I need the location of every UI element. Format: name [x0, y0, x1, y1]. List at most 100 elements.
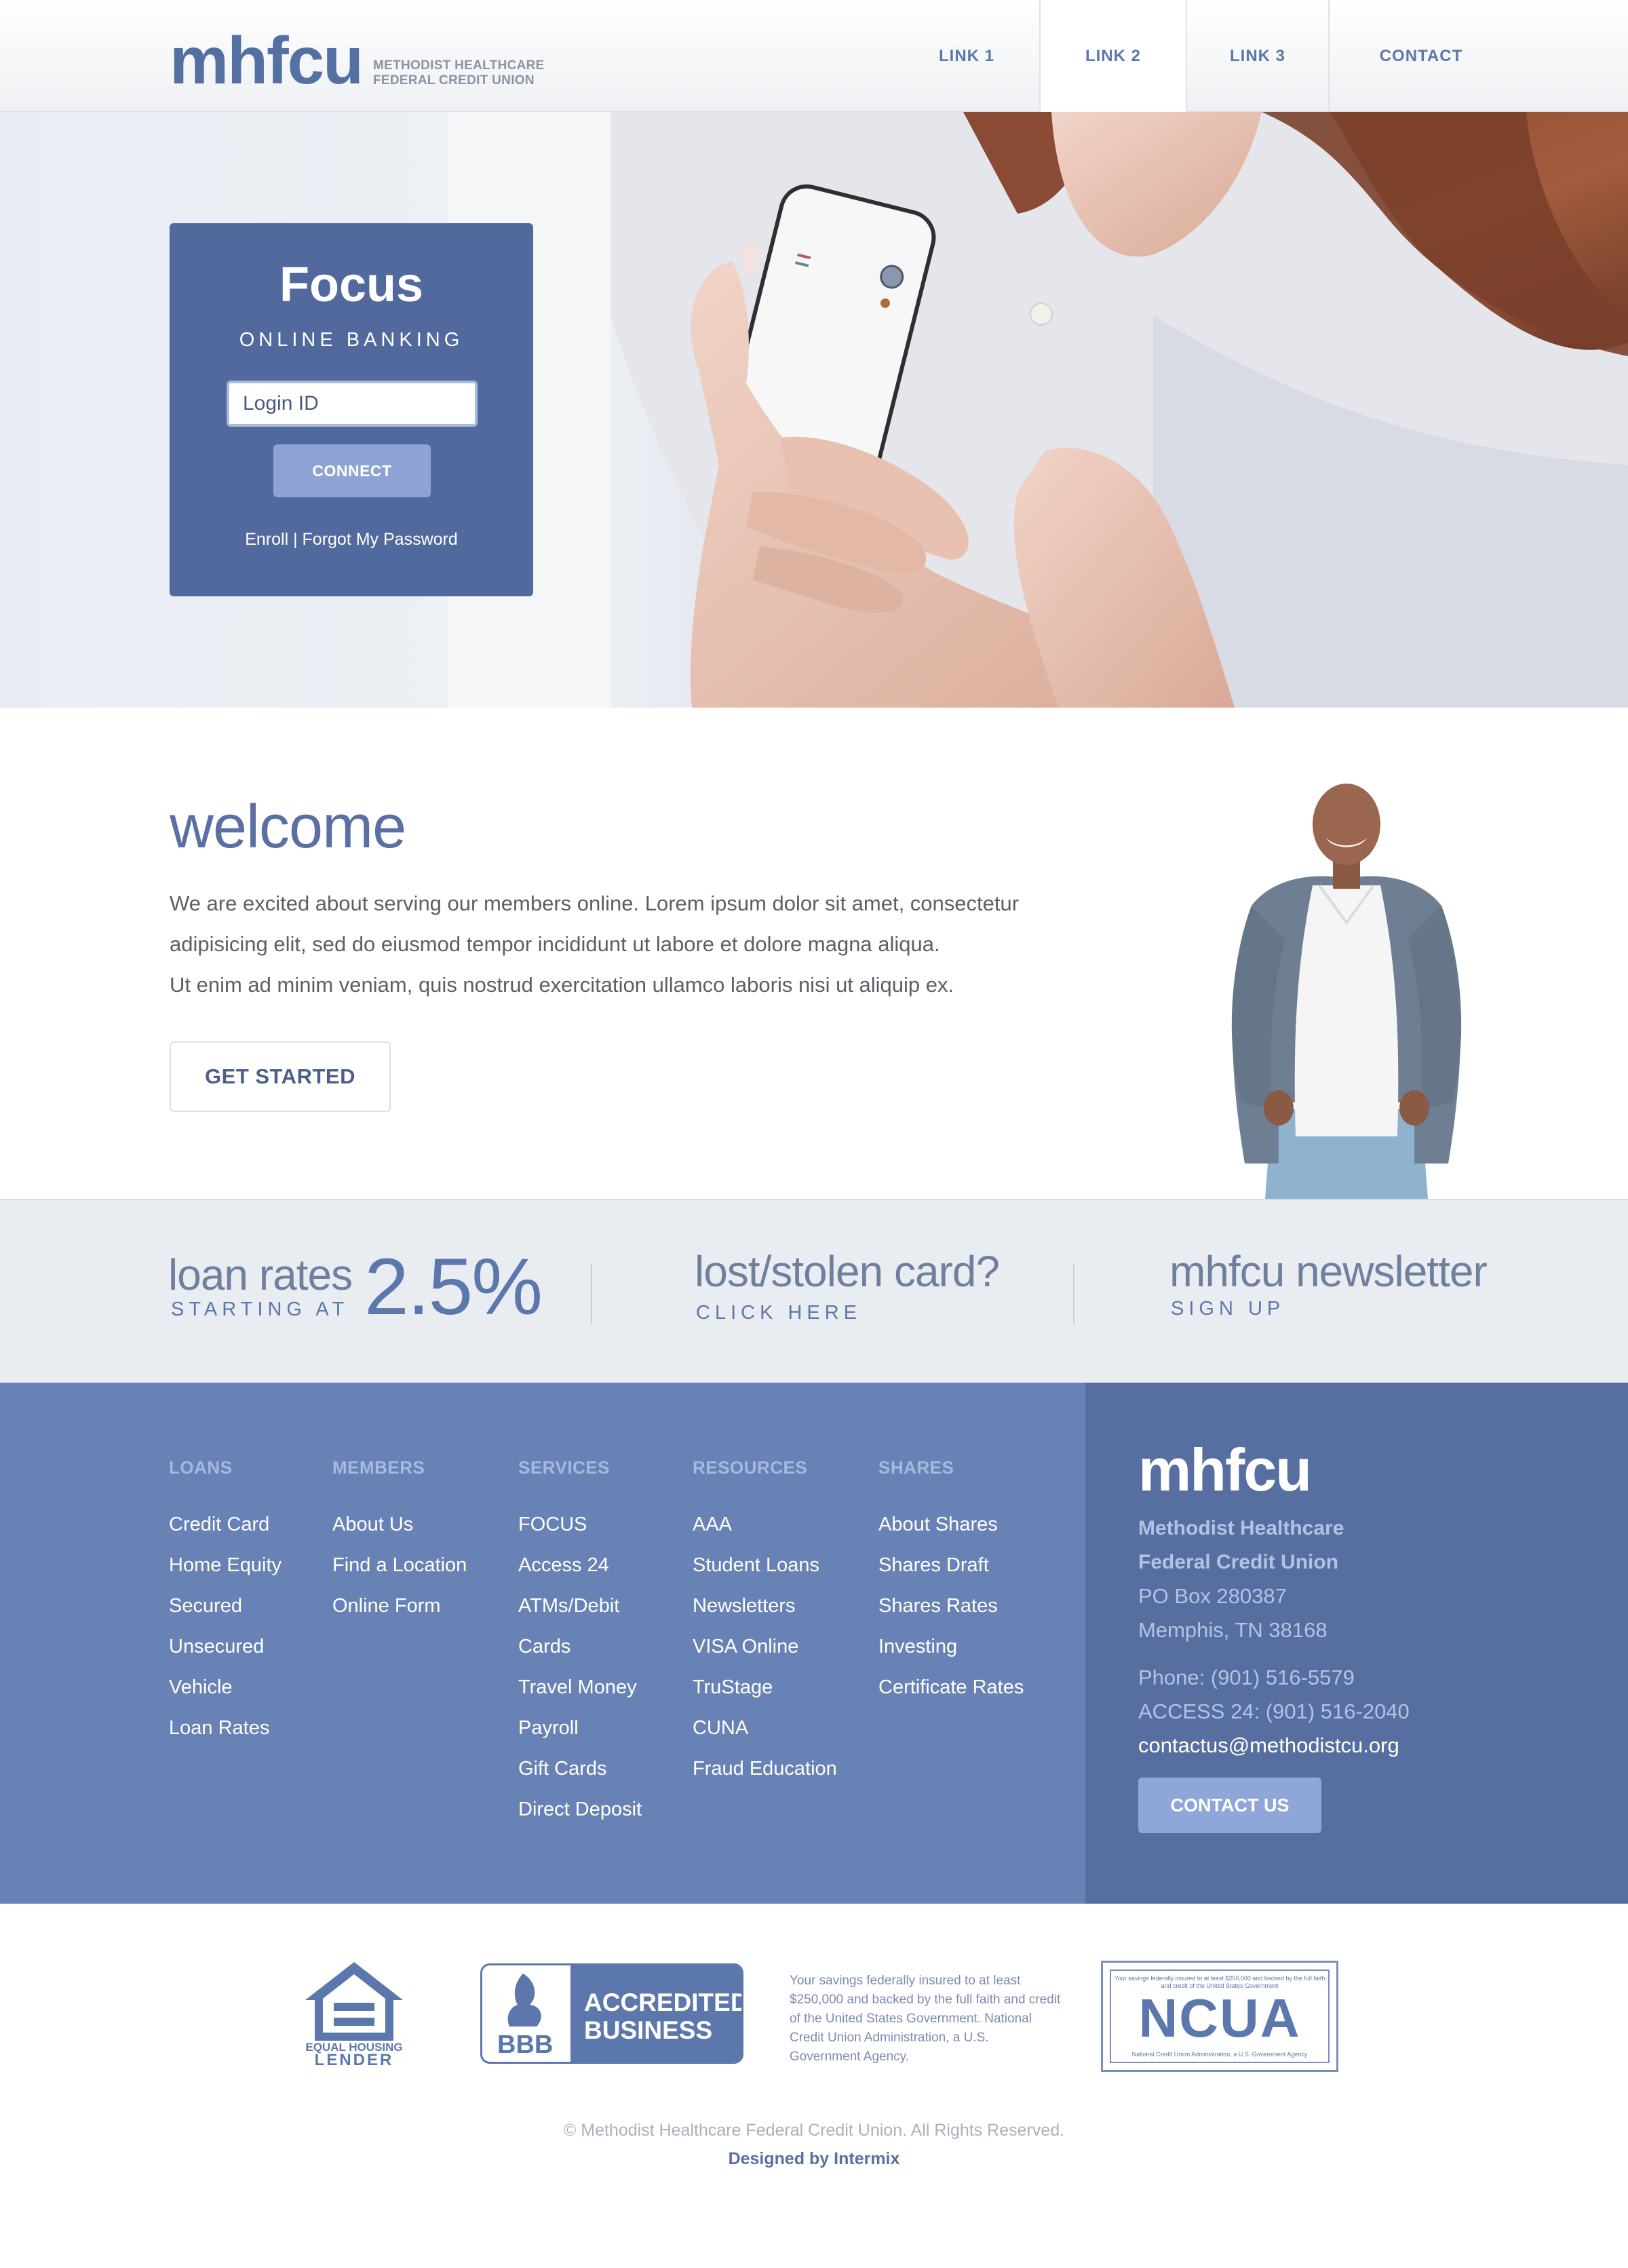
- footer-link[interactable]: Online Form: [332, 1585, 467, 1626]
- bbb-line-2: BUSINESS: [584, 2016, 713, 2044]
- footer-col-services: SERVICES FOCUS Access 24 ATMs/Debit Card…: [518, 1457, 642, 1830]
- nav-link-1[interactable]: LINK 1: [894, 0, 1041, 112]
- designed-by-link[interactable]: Designed by Intermix: [0, 2149, 1628, 2169]
- footer-link[interactable]: VISA Online: [693, 1626, 837, 1667]
- nav-link-3[interactable]: LINK 3: [1187, 0, 1330, 112]
- footer-link[interactable]: About Us: [332, 1504, 467, 1545]
- loan-rates-sub: STARTING AT: [171, 1299, 349, 1320]
- footer-link[interactable]: Investing: [878, 1626, 1024, 1667]
- footer-link[interactable]: Shares Draft: [878, 1545, 1024, 1585]
- band-divider: [1073, 1263, 1074, 1324]
- footer-link[interactable]: Find a Location: [332, 1545, 467, 1585]
- footer-address: PO Box 280387 Memphis, TN 38168: [1138, 1579, 1327, 1647]
- address-line-2: Memphis, TN 38168: [1138, 1618, 1327, 1642]
- logo-sub-line2: FEDERAL CREDIT UNION: [373, 73, 535, 88]
- nav-link-2[interactable]: LINK 2: [1041, 0, 1187, 112]
- footer-org-name: Methodist Healthcare Federal Credit Unio…: [1138, 1512, 1344, 1579]
- footer-col-heading: LOANS: [169, 1457, 233, 1478]
- footer-link[interactable]: Newsletters: [693, 1585, 837, 1626]
- login-panel: Focus ONLINE BANKING CONNECT Enroll | Fo…: [170, 223, 533, 596]
- badges-area: EQUAL HOUSING LENDER BBB ACCREDITED BUSI…: [0, 1904, 1628, 2268]
- hero-banner: Focus ONLINE BANKING CONNECT Enroll | Fo…: [0, 112, 1628, 708]
- org-line-1: Methodist Healthcare: [1138, 1517, 1344, 1539]
- ehl-caption: EQUAL HOUSING LENDER: [303, 2041, 406, 2069]
- equal-housing-lender-logo: EQUAL HOUSING LENDER: [303, 1959, 406, 2071]
- enroll-forgot-links[interactable]: Enroll | Forgot My Password: [170, 530, 533, 550]
- footer-link[interactable]: AAA: [693, 1504, 837, 1545]
- site-header: mhfcu METHODIST HEALTHCARE FEDERAL CREDI…: [0, 0, 1628, 112]
- org-line-2: Federal Credit Union: [1138, 1551, 1339, 1573]
- lost-card-link[interactable]: CLICK HERE: [696, 1302, 861, 1324]
- login-title: Focus: [279, 258, 424, 312]
- footer-col-heading: MEMBERS: [332, 1457, 425, 1478]
- phone-number[interactable]: Phone: (901) 516-5579: [1138, 1661, 1410, 1695]
- lost-card-title: lost/stolen card?: [695, 1247, 1000, 1296]
- footer-link[interactable]: Direct Deposit: [518, 1789, 642, 1830]
- footer-link[interactable]: Student Loans: [693, 1545, 837, 1585]
- footer-link[interactable]: ATMs/Debit: [518, 1585, 642, 1626]
- footer-link[interactable]: Unsecured: [169, 1626, 282, 1667]
- smiling-man-photo: [1231, 784, 1462, 1199]
- welcome-line-2: adipisicing elit, sed do eiusmod tempor …: [170, 932, 940, 956]
- footer-col-members: MEMBERS About Us Find a Location Online …: [332, 1457, 467, 1626]
- copyright-text: © Methodist Healthcare Federal Credit Un…: [563, 2121, 1065, 2140]
- ncua-wordmark: NCUA: [1138, 1988, 1301, 2048]
- nav-contact[interactable]: CONTACT: [1330, 0, 1513, 112]
- newsletter-signup-link[interactable]: SIGN UP: [1171, 1298, 1285, 1320]
- connect-button[interactable]: CONNECT: [273, 444, 431, 497]
- footer-col-loans: LOANS Credit Card Home Equity Secured Un…: [169, 1457, 282, 1748]
- footer-link[interactable]: Vehicle: [169, 1667, 282, 1708]
- footer-link[interactable]: TruStage: [693, 1667, 837, 1708]
- footer-link[interactable]: Shares Rates: [878, 1585, 1024, 1626]
- footer-links: LOANS Credit Card Home Equity Secured Un…: [0, 1383, 1085, 1904]
- footer-contact: mhfcu Methodist Healthcare Federal Credi…: [1085, 1383, 1628, 1904]
- welcome-line-3: Ut enim ad minim veniam, quis nostrud ex…: [170, 973, 954, 997]
- bbb-line-1: ACCREDITED: [584, 1988, 743, 2016]
- get-started-button[interactable]: GET STARTED: [170, 1041, 391, 1112]
- logo-sub-line1: METHODIST HEALTHCARE: [373, 58, 545, 73]
- welcome-heading: welcome: [170, 793, 406, 861]
- footer-link[interactable]: Cards: [518, 1626, 642, 1667]
- welcome-text: We are excited about serving our members…: [170, 883, 1119, 1005]
- footer-col-heading: SHARES: [878, 1457, 954, 1478]
- logo-subtitle: METHODIST HEALTHCARE FEDERAL CREDIT UNIO…: [373, 58, 545, 88]
- newsletter-title: mhfcu newsletter: [1169, 1247, 1488, 1296]
- ehl-line-2: LENDER: [314, 2051, 394, 2069]
- address-line-1: PO Box 280387: [1138, 1584, 1287, 1608]
- bbb-accredited-badge[interactable]: BBB ACCREDITED BUSINESS: [480, 1963, 743, 2064]
- footer-link[interactable]: Payroll: [518, 1708, 642, 1748]
- login-subtitle: ONLINE BANKING: [239, 329, 464, 351]
- login-id-input[interactable]: [227, 381, 478, 427]
- ncua-inner-frame: Your savings federally insured to at lea…: [1110, 1969, 1330, 2063]
- footer-link[interactable]: About Shares: [878, 1504, 1024, 1545]
- promo-band: loan rates STARTING AT 2.5% lost/stolen …: [0, 1199, 1628, 1383]
- footer-link[interactable]: Credit Card: [169, 1504, 282, 1545]
- bbb-text-block: ACCREDITED BUSINESS: [570, 1965, 743, 2062]
- footer-logo: mhfcu: [1138, 1436, 1312, 1503]
- footer-link[interactable]: Home Equity: [169, 1545, 282, 1585]
- main-nav: LINK 1 LINK 2 LINK 3 CONTACT: [894, 0, 1513, 112]
- footer-link[interactable]: Access 24: [518, 1545, 642, 1585]
- footer-link[interactable]: CUNA: [693, 1708, 837, 1748]
- footer-link[interactable]: FOCUS: [518, 1504, 642, 1545]
- site-logo[interactable]: mhfcu METHODIST HEALTHCARE FEDERAL CREDI…: [170, 27, 545, 94]
- footer-link[interactable]: Loan Rates: [169, 1708, 282, 1748]
- footer-link[interactable]: Certificate Rates: [878, 1667, 1024, 1708]
- ncua-badge[interactable]: Your savings federally insured to at lea…: [1101, 1961, 1338, 2072]
- contact-us-button[interactable]: CONTACT US: [1138, 1777, 1321, 1833]
- access24-number[interactable]: ACCESS 24: (901) 516-2040: [1138, 1695, 1410, 1729]
- footer-link[interactable]: Fraud Education: [693, 1748, 837, 1789]
- bbb-logo-text: BBB: [497, 2031, 554, 2059]
- footer-link[interactable]: Gift Cards: [518, 1748, 642, 1789]
- welcome-line-1: We are excited about serving our members…: [170, 891, 1020, 915]
- footer-link[interactable]: Travel Money: [518, 1667, 642, 1708]
- footer-col-heading: SERVICES: [518, 1457, 610, 1478]
- footer-col-resources: RESOURCES AAA Student Loans Newsletters …: [693, 1457, 837, 1789]
- logo-wordmark: mhfcu: [170, 23, 364, 98]
- footer-email[interactable]: contactus@methodistcu.org: [1138, 1729, 1399, 1763]
- footer-col-heading: RESOURCES: [693, 1457, 808, 1478]
- footer-col-shares: SHARES About Shares Shares Draft Shares …: [878, 1457, 1024, 1708]
- band-divider: [591, 1263, 592, 1324]
- insurance-disclaimer: Your savings federally insured to at lea…: [790, 1974, 1061, 2064]
- footer-link[interactable]: Secured: [169, 1585, 282, 1626]
